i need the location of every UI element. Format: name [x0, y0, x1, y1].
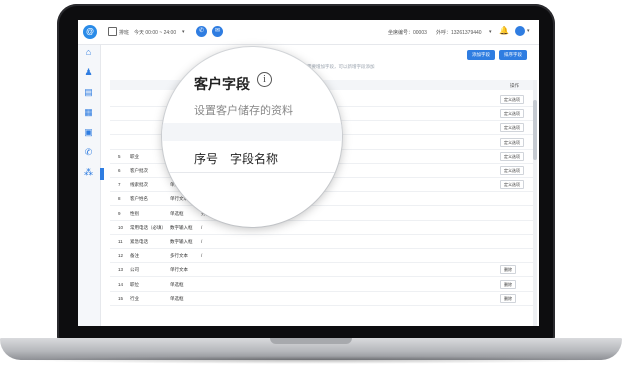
customer-icon[interactable]: ♟: [84, 68, 93, 77]
row-index: 10: [118, 224, 124, 230]
define-options-button[interactable]: 定义选项: [500, 180, 524, 190]
chevron-down-icon: ▾: [489, 29, 492, 35]
page-subtitle: 设置客户储存的资料: [194, 105, 293, 117]
message-icon[interactable]: ✉: [212, 26, 223, 37]
define-options-button[interactable]: 定义选项: [500, 151, 524, 161]
scrollbar-thumb[interactable]: [533, 100, 537, 160]
bell-icon[interactable]: 🔔: [499, 26, 509, 35]
user-avatar-icon[interactable]: [515, 26, 525, 36]
org-icon[interactable]: ⁂: [84, 168, 93, 177]
row-field-name: 客户批次: [130, 168, 148, 173]
define-options-button[interactable]: 定义选项: [500, 95, 524, 104]
calendar-icon[interactable]: ▣: [84, 128, 93, 137]
top-bar: @ 排班 今天 00:00 ~ 24:00 ▾ ✆ ✉ 坐席编号：00003 外…: [78, 20, 539, 45]
row-index: 15: [118, 295, 124, 301]
row-field-name: 职业: [130, 153, 139, 159]
outbound-number[interactable]: 外呼：13261379440: [436, 29, 482, 36]
chevron-down-icon: ▾: [182, 29, 185, 35]
row-index: 12: [118, 253, 124, 259]
home-icon[interactable]: ⌂: [84, 48, 93, 57]
row-field-options: /: [201, 253, 203, 259]
report-icon[interactable]: ▤: [84, 88, 93, 97]
row-index: 9: [118, 210, 121, 216]
row-index: 8: [118, 196, 121, 202]
sidebar: ⌂ ♟ ▤ ▦ ▣ ✆ ⁂: [78, 45, 101, 326]
table-row: 11 紧急电话 数字输入框 /: [110, 235, 535, 249]
add-field-button[interactable]: 添加字段: [467, 50, 495, 60]
laptop-notch: [270, 338, 352, 344]
row-field-options: /: [201, 224, 203, 230]
row-field-name: 行业: [130, 295, 139, 301]
info-icon[interactable]: i: [257, 72, 272, 87]
row-field-name: 线索批次: [130, 182, 148, 188]
index-column-header: 序号: [194, 152, 219, 166]
row-field-type: 多行文本: [170, 253, 188, 259]
schedule-label: 排班: [119, 30, 130, 36]
magnifier-lens: 客户字段 i 设置客户储存的资料 序号 字段名称: [162, 47, 342, 227]
row-field-name: 备注: [130, 253, 139, 259]
row-index: 13: [118, 267, 124, 273]
chevron-down-icon[interactable]: ▾: [527, 28, 530, 34]
row-field-options: /: [201, 239, 203, 244]
magnified-row-band: [162, 123, 342, 141]
row-field-type: 单选框: [170, 281, 184, 287]
schedule-time-dropdown[interactable]: 今天 00:00 ~ 24:00: [134, 29, 176, 36]
phone-icon[interactable]: ✆: [196, 26, 207, 37]
row-index: 6: [118, 168, 121, 173]
scrollbar[interactable]: [533, 80, 537, 326]
calendar-icon: [108, 27, 117, 36]
page-title: 客户字段: [194, 76, 250, 92]
delete-button[interactable]: 删除: [500, 279, 516, 289]
row-field-name: 常用电话（必填）: [130, 224, 166, 230]
row-field-type: 单选框: [170, 295, 184, 301]
ticket-icon[interactable]: ▦: [84, 108, 93, 117]
table-row: 12 备注 多行文本 /: [110, 249, 535, 264]
call-icon[interactable]: ✆: [84, 148, 93, 157]
table-row: 10 常用电话（必填） 数字输入框 /: [110, 221, 535, 235]
define-options-button[interactable]: 定义选项: [500, 137, 524, 147]
row-index: 7: [118, 182, 121, 188]
field-name-column-header: 字段名称: [230, 152, 279, 166]
row-field-name: 客户姓名: [130, 196, 148, 202]
define-options-button[interactable]: 定义选项: [500, 166, 524, 175]
row-field-name: 紧急电话: [130, 239, 148, 244]
row-index: 14: [118, 281, 124, 287]
table-row: 14 职位 单选框 删除: [110, 278, 535, 292]
row-field-type: 单行文本: [170, 267, 188, 273]
table-row: 15 行业 单选框 删除: [110, 292, 535, 306]
row-field-type: 单选框: [170, 210, 184, 216]
define-options-button[interactable]: 定义选项: [500, 123, 524, 133]
row-field-name: 性别: [130, 210, 139, 216]
table-row: 8客户姓名单行文本/: [110, 192, 535, 207]
row-field-type: 数字输入框: [170, 239, 193, 244]
row-field-name: 职位: [130, 281, 139, 287]
sort-field-button[interactable]: 排序字段: [499, 50, 527, 60]
row-field-name: 公司: [130, 267, 139, 273]
delete-button[interactable]: 删除: [500, 265, 516, 275]
row-field-type: 数字输入框: [170, 224, 193, 230]
define-options-button[interactable]: 定义选项: [500, 109, 524, 119]
divider: [162, 172, 342, 173]
app-screen: @ 排班 今天 00:00 ~ 24:00 ▾ ✆ ✉ 坐席编号：00003 外…: [78, 20, 539, 326]
table-row: 13 公司 单行文本 删除: [110, 263, 535, 278]
row-index: 5: [118, 153, 121, 159]
table-row: 9性别单选框男；女；不详: [110, 207, 535, 221]
sidebar-collapse-handle[interactable]: [100, 168, 104, 180]
delete-button[interactable]: 删除: [500, 293, 516, 303]
row-index: 11: [118, 239, 123, 244]
work-id: 坐席编号：00003: [388, 30, 427, 36]
action-column-header: 操作: [510, 83, 519, 88]
laptop-shadow: [20, 356, 602, 364]
logo-icon[interactable]: @: [83, 25, 97, 39]
